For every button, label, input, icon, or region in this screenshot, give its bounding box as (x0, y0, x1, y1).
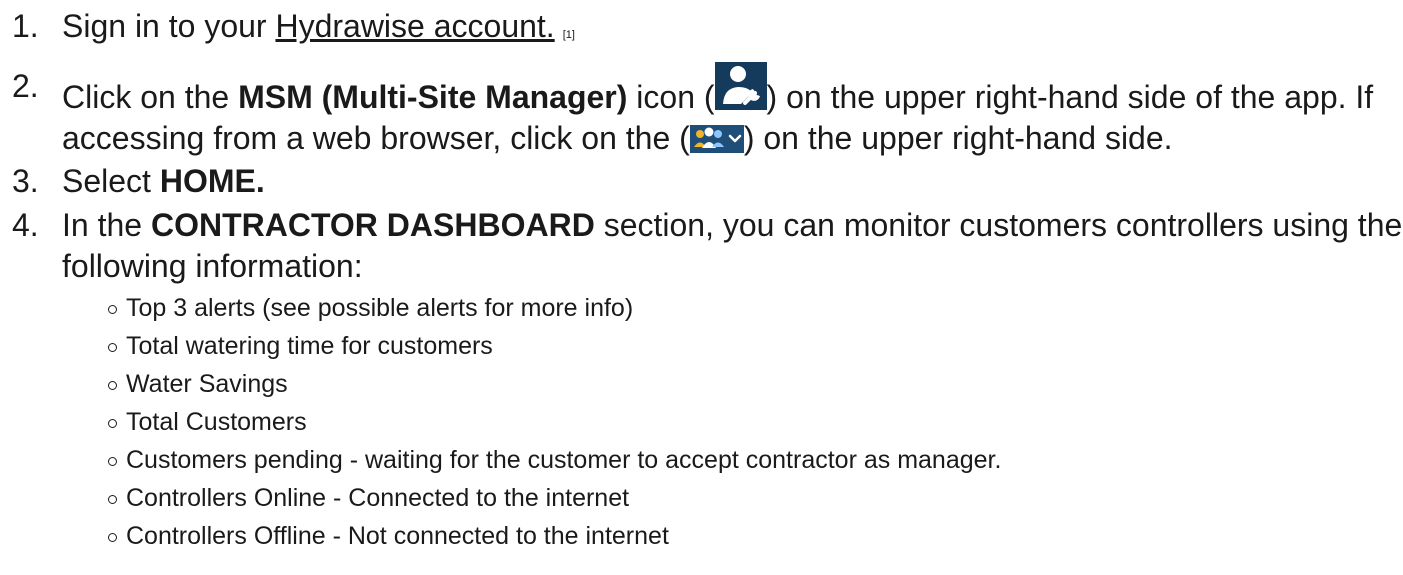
step-number: 3. (12, 163, 39, 199)
list-item-text: Total watering time for customers (126, 332, 493, 360)
step-bold-text: CONTRACTOR DASHBOARD (150, 207, 595, 243)
step-3: 3. Select HOME. (0, 161, 1403, 202)
step-number: 2. (12, 68, 39, 104)
users-dropdown-icon (689, 125, 744, 153)
step-bold-text: HOME. (159, 163, 265, 199)
msm-manager-icon (714, 62, 767, 110)
list-item: Controllers Online - Connected to the in… (62, 479, 1403, 517)
list-item: Total Customers (62, 403, 1403, 441)
list-item: Customers pending - waiting for the cust… (62, 441, 1403, 479)
step-text: icon ( (627, 79, 715, 115)
bullet-icon (108, 533, 117, 542)
bullet-icon (108, 381, 117, 390)
step-2: 2. Click on the MSM (Multi-Site Manager)… (0, 62, 1403, 159)
list-item: Top 3 alerts (see possible alerts for mo… (62, 289, 1403, 327)
list-item-text: Controllers Offline - Not connected to t… (126, 522, 669, 550)
bullet-icon (108, 419, 117, 428)
instruction-list: 1. Sign in to your Hydrawise account. [1]… (0, 6, 1403, 555)
bullet-icon (108, 343, 117, 352)
list-item-text: Water Savings (126, 370, 288, 398)
step-text: Click on the (62, 79, 239, 115)
step-4: 4. In the CONTRACTOR DASHBOARD section, … (0, 205, 1403, 555)
list-item: Controllers Offline - Not connected to t… (62, 517, 1403, 555)
list-item-text: Total Customers (126, 408, 307, 436)
bullet-icon (108, 457, 117, 466)
list-item: Total watering time for customers (62, 327, 1403, 365)
list-item: Water Savings (62, 365, 1403, 403)
step-text: Select (62, 163, 160, 199)
list-item-text: Controllers Online - Connected to the in… (126, 484, 630, 512)
dashboard-info-list: Top 3 alerts (see possible alerts for mo… (62, 289, 1403, 555)
step-number: 4. (12, 207, 39, 243)
step-text: In the (62, 207, 151, 243)
list-item-text: Customers pending - waiting for the cust… (126, 446, 1002, 474)
bullet-icon (108, 305, 117, 314)
step-text: Sign in to your (62, 8, 276, 44)
step-bold-text: MSM (Multi-Site Manager) (238, 79, 628, 115)
bullet-icon (108, 495, 117, 504)
step-number: 1. (12, 8, 39, 44)
reference-marker[interactable]: [1] (563, 29, 575, 41)
step-1: 1. Sign in to your Hydrawise account. [1] (0, 6, 1403, 55)
step-text: ) on the upper right-hand side. (743, 120, 1173, 156)
list-item-text: Top 3 alerts (see possible alerts for mo… (126, 294, 634, 322)
hydrawise-account-link[interactable]: Hydrawise account. (275, 8, 554, 44)
